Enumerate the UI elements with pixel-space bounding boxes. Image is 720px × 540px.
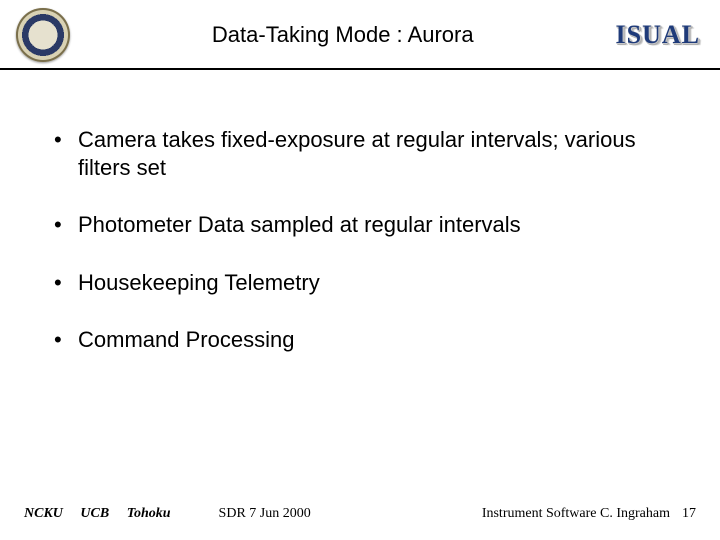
brand-logo-text: ISUAL [616, 20, 704, 50]
bullet-item: Photometer Data sampled at regular inter… [50, 211, 670, 239]
bullet-item: Camera takes fixed-exposure at regular i… [50, 126, 670, 181]
footer-org: Tohoku [127, 506, 171, 521]
footer-event: SDR 7 Jun 2000 [219, 506, 311, 522]
bullet-list: Camera takes fixed-exposure at regular i… [50, 126, 670, 354]
footer-credit: Instrument Software C. Ingraham [482, 506, 670, 522]
slide-header: Data-Taking Mode : Aurora ISUAL [0, 0, 720, 70]
footer-orgs: NCKU UCB Tohoku [24, 506, 185, 522]
bullet-item: Housekeeping Telemetry [50, 269, 670, 297]
slide-content: Camera takes fixed-exposure at regular i… [0, 70, 720, 354]
slide-footer: NCKU UCB Tohoku SDR 7 Jun 2000 Instrumen… [0, 506, 720, 522]
footer-org: NCKU [24, 506, 63, 521]
slide-title: Data-Taking Mode : Aurora [70, 22, 616, 48]
bullet-item: Command Processing [50, 326, 670, 354]
footer-org: UCB [80, 506, 109, 521]
seal-icon [16, 8, 70, 62]
footer-page-number: 17 [682, 506, 696, 522]
